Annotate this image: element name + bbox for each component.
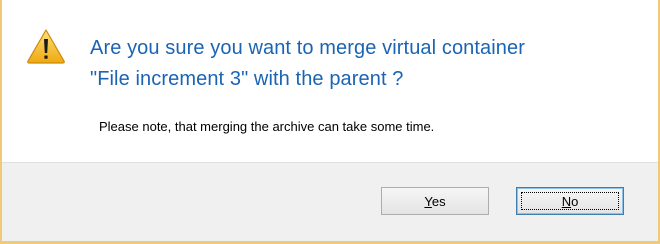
no-button[interactable]: No bbox=[516, 187, 624, 215]
merge-confirmation-dialog: Are you sure you want to merge virtual c… bbox=[0, 0, 660, 244]
dialog-button-bar: Yes No bbox=[2, 162, 658, 241]
note-text: Please note, that merging the archive ca… bbox=[99, 119, 435, 134]
yes-button-label: Yes bbox=[424, 194, 445, 209]
main-instruction-text: Are you sure you want to merge virtual c… bbox=[90, 37, 526, 90]
warning-icon bbox=[27, 29, 65, 64]
yes-label-rest: es bbox=[431, 193, 446, 209]
no-label-rest: o bbox=[571, 193, 579, 209]
yes-button[interactable]: Yes bbox=[381, 187, 489, 215]
yes-mnemonic: Y bbox=[424, 193, 432, 209]
dialog-content-area: Are you sure you want to merge virtual c… bbox=[2, 0, 658, 162]
no-button-label: No bbox=[562, 194, 579, 209]
no-mnemonic: N bbox=[561, 193, 572, 209]
